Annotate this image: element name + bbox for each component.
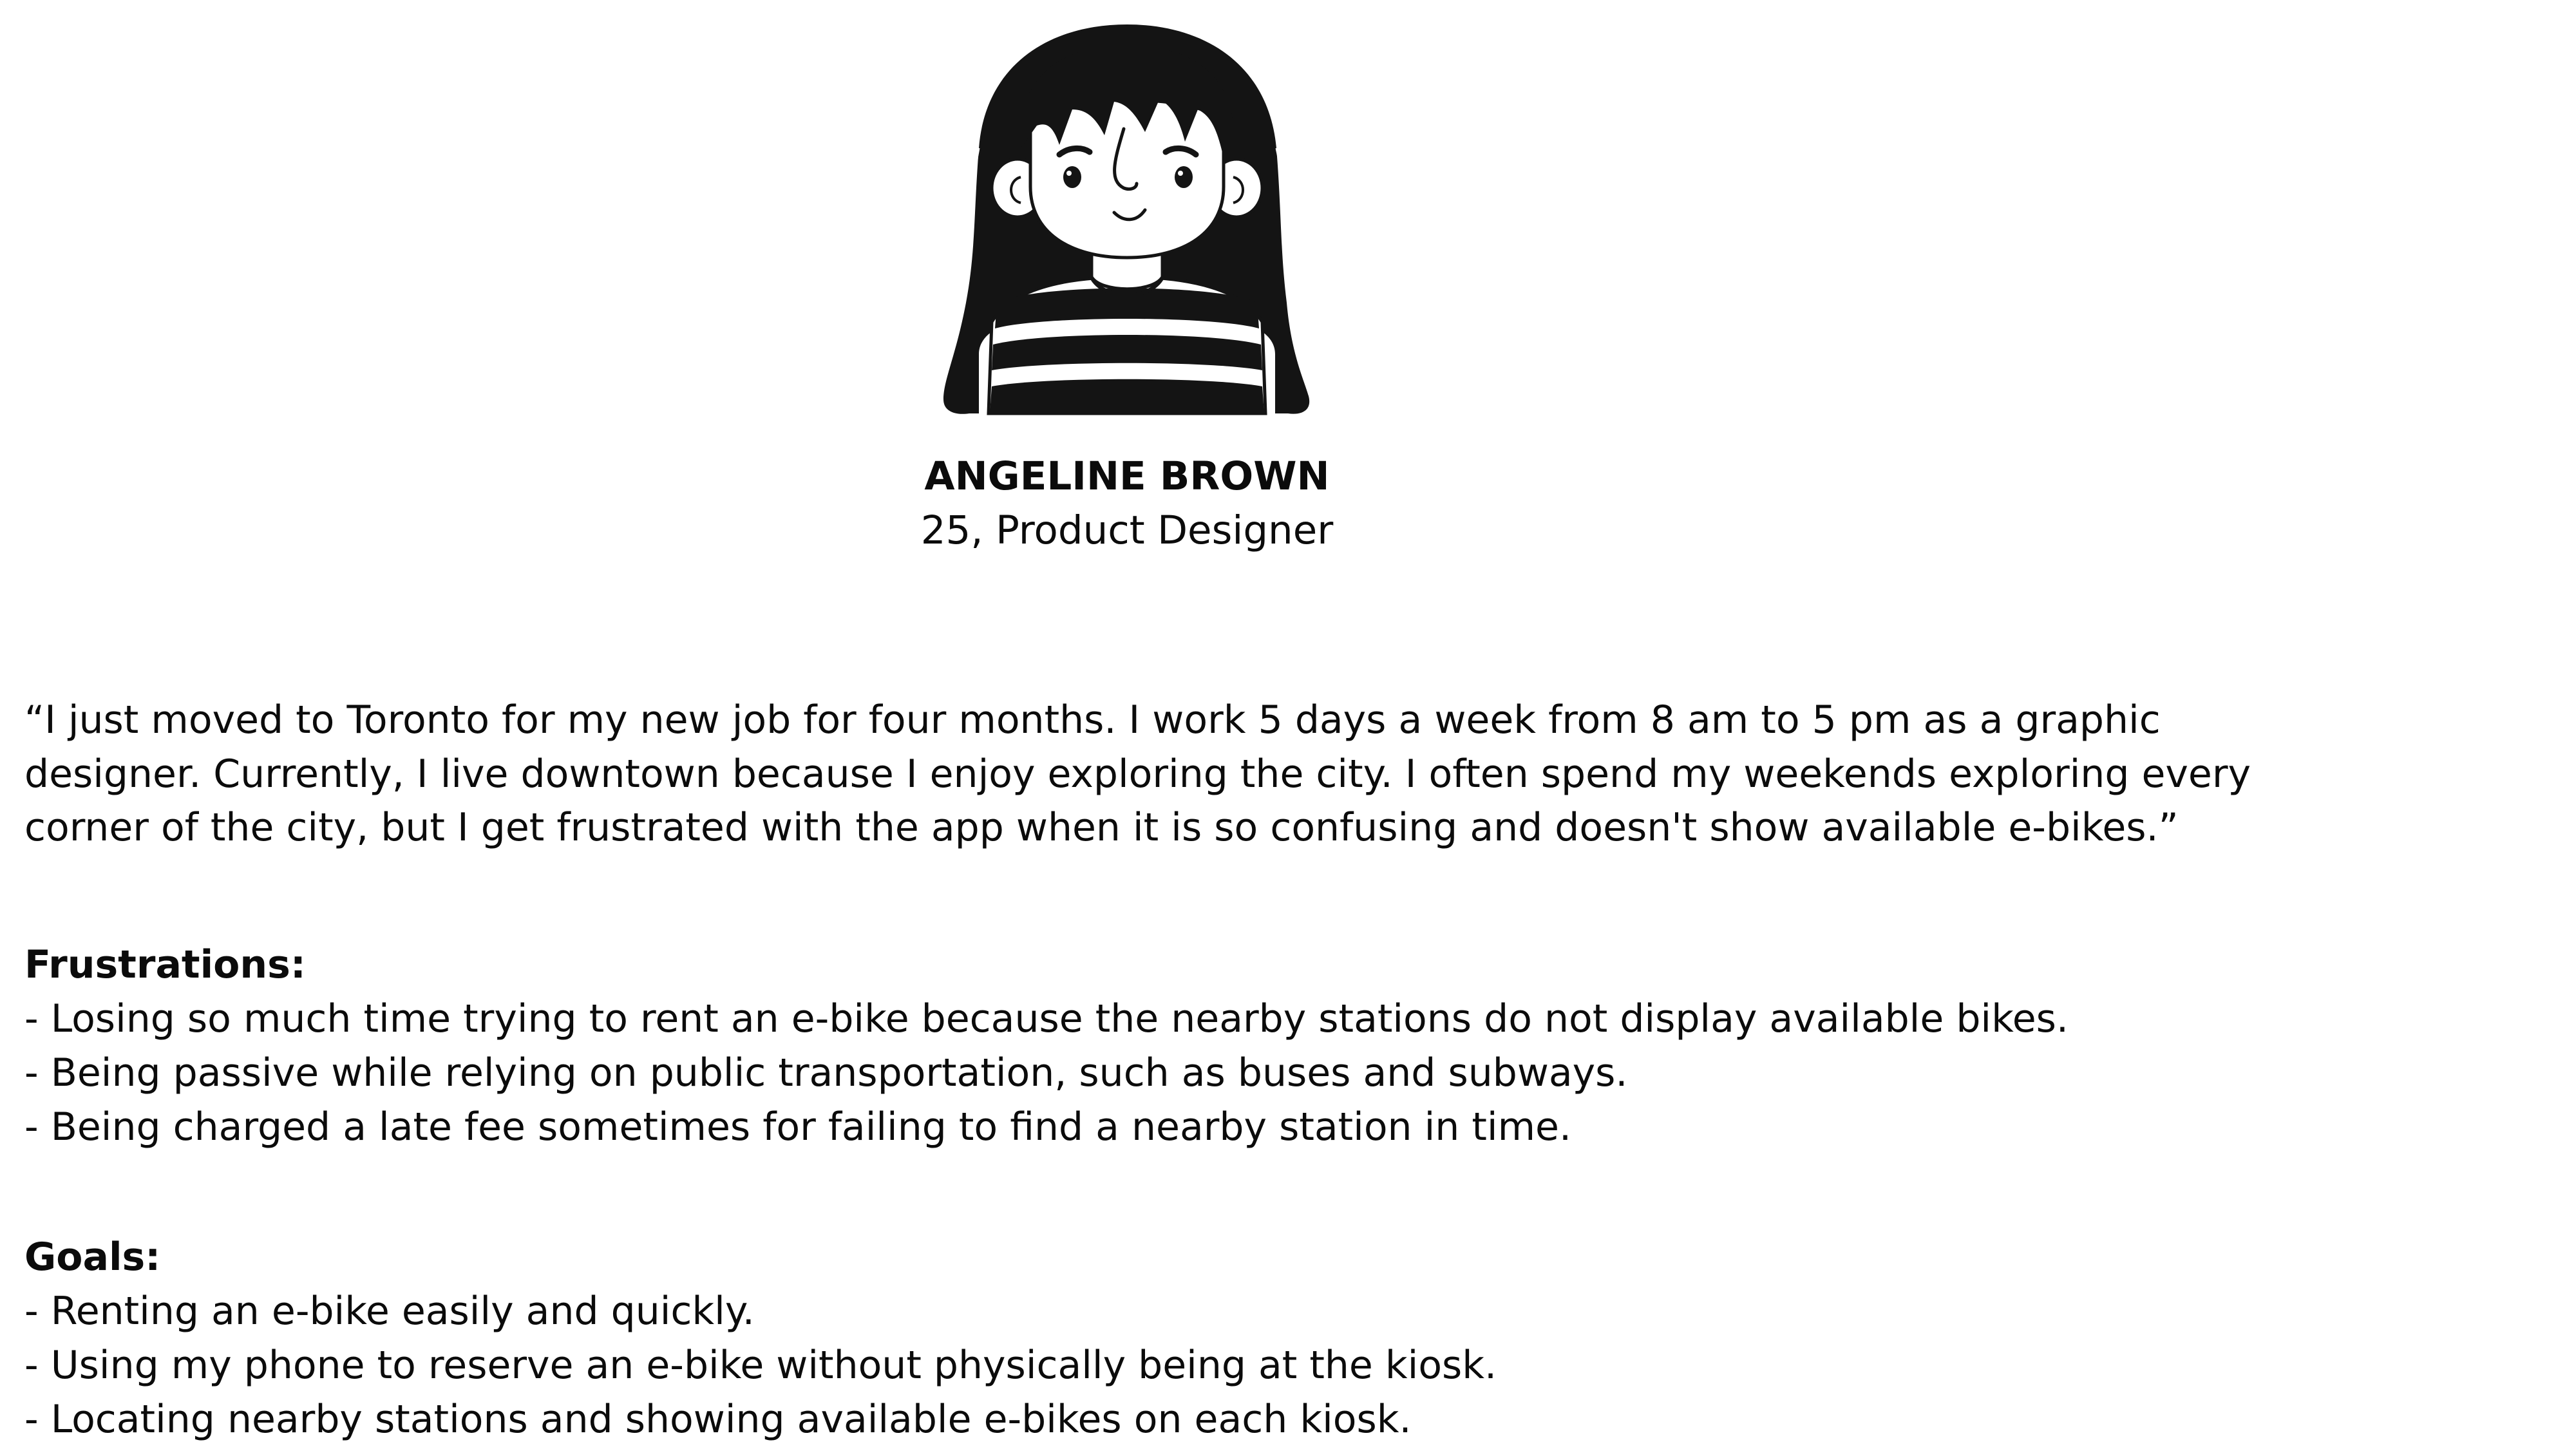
persona-avatar [940, 19, 1314, 438]
persona-name: ANGELINE BROWN [924, 453, 1330, 499]
quote-line: “I just moved to Toronto for my new job … [24, 697, 2161, 743]
goals-heading: Goals: [24, 1235, 161, 1280]
frustrations-heading: Frustrations: [24, 942, 306, 987]
quote-line: designer. Currently, I live downtown bec… [24, 751, 2251, 797]
persona-quote: “I just moved to Toronto for my new job … [24, 694, 2343, 855]
frustration-item: - Being passive while relying on public … [24, 1050, 1628, 1095]
goal-item: - Locating nearby stations and showing a… [24, 1397, 1412, 1442]
frustrations-section: Frustrations: - Losing so much time tryi… [24, 938, 2343, 1154]
quote-line: corner of the city, but I get frustrated… [24, 805, 2179, 850]
goal-item: - Using my phone to reserve an e-bike wi… [24, 1343, 1497, 1388]
goal-item: - Renting an e-bike easily and quickly. [24, 1289, 755, 1334]
frustration-item: - Being charged a late fee sometimes for… [24, 1104, 1572, 1150]
persona-age-occupation: 25, Product Designer [920, 507, 1334, 553]
frustration-item: - Losing so much time trying to rent an … [24, 996, 2069, 1041]
cartoon-girl-avatar-icon [943, 24, 1310, 415]
goals-section: Goals: - Renting an e-bike easily and qu… [24, 1230, 2343, 1446]
